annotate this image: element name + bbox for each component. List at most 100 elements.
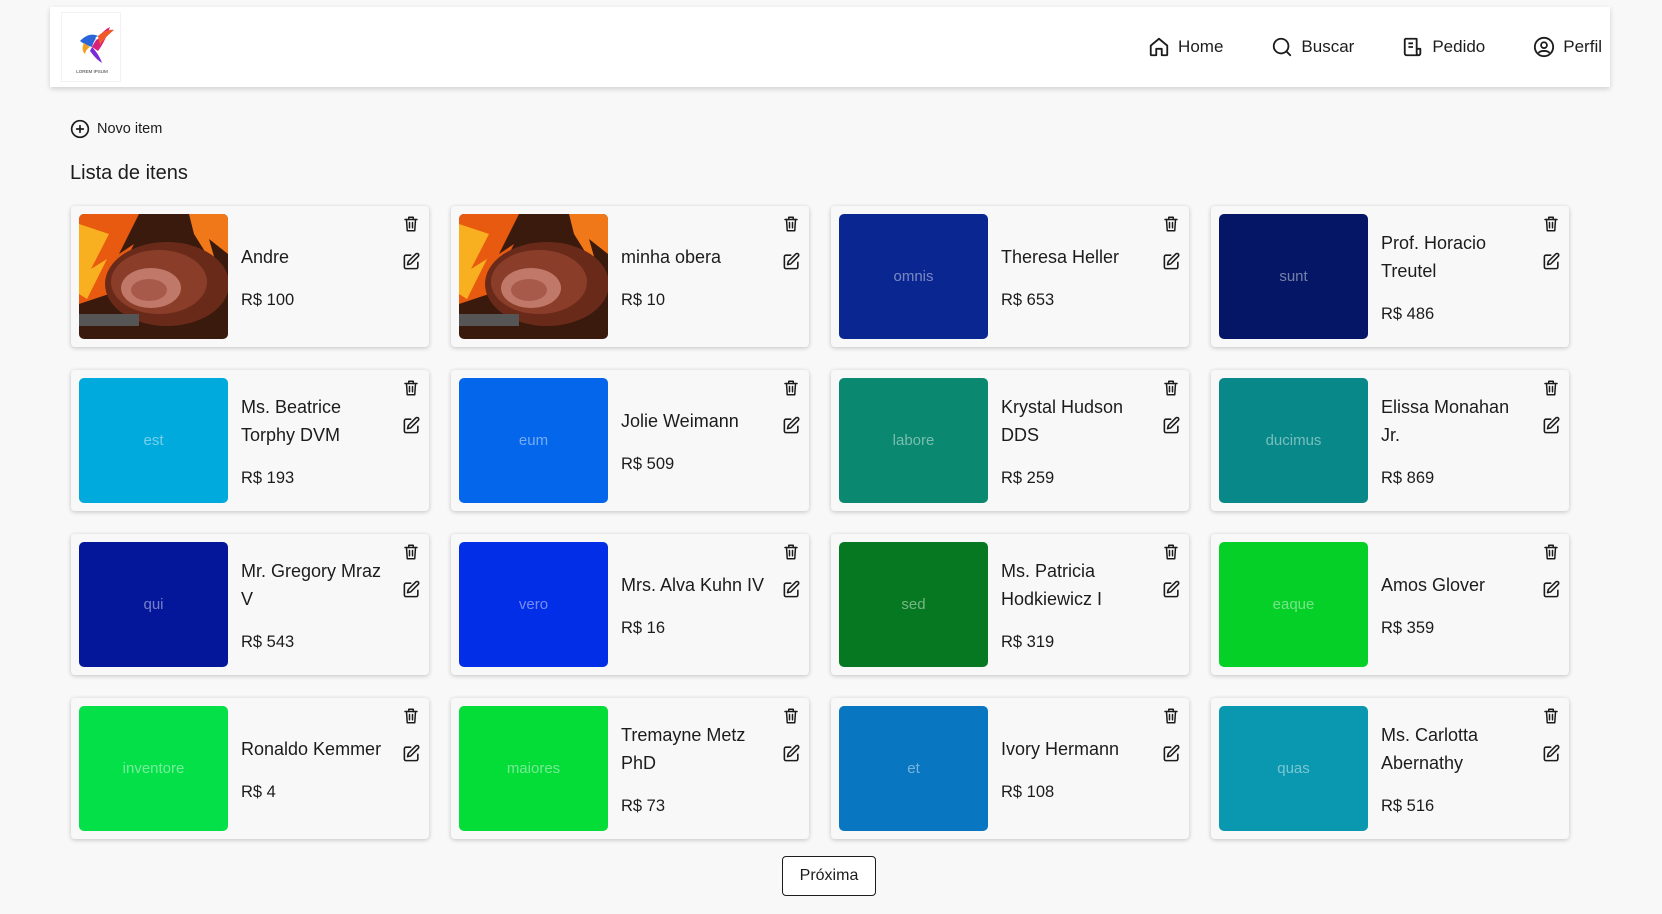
edit-button[interactable]: [1160, 578, 1182, 600]
edit-button[interactable]: [1160, 742, 1182, 764]
item-thumbnail: inventore: [79, 706, 228, 831]
delete-button[interactable]: [780, 541, 802, 563]
item-thumbnail: sunt: [1219, 214, 1368, 339]
bird-logo-icon: LOREM IPSUM: [76, 27, 114, 74]
delete-button[interactable]: [780, 377, 802, 399]
item-card[interactable]: labore Krystal Hudson DDS R$ 259: [831, 370, 1189, 511]
edit-icon: [1543, 744, 1559, 761]
trash-icon: [1544, 544, 1558, 560]
item-card[interactable]: vero Mrs. Alva Kuhn IV R$ 16: [451, 534, 809, 675]
edit-button[interactable]: [400, 250, 422, 272]
item-card[interactable]: et Ivory Hermann R$ 108: [831, 698, 1189, 839]
edit-button[interactable]: [780, 414, 802, 436]
edit-button[interactable]: [1540, 578, 1562, 600]
item-price: R$ 869: [1381, 469, 1435, 487]
delete-button[interactable]: [1160, 541, 1182, 563]
item-thumbnail: quas: [1219, 706, 1368, 831]
nav-home[interactable]: Home: [1148, 36, 1223, 58]
delete-button[interactable]: [1540, 705, 1562, 727]
edit-button[interactable]: [400, 742, 422, 764]
trash-icon: [784, 708, 798, 724]
item-info: Ivory Hermann R$ 108: [1001, 706, 1151, 831]
item-card[interactable]: quas Ms. Carlotta Abernathy R$ 516: [1211, 698, 1569, 839]
item-price: R$ 10: [621, 291, 666, 309]
trash-icon: [1164, 544, 1178, 560]
trash-icon: [1544, 708, 1558, 724]
delete-button[interactable]: [1540, 213, 1562, 235]
item-name: Tremayne Metz PhD: [621, 725, 746, 773]
item-card[interactable]: inventore Ronaldo Kemmer R$ 4: [71, 698, 429, 839]
edit-button[interactable]: [1540, 250, 1562, 272]
item-thumbnail: [79, 214, 228, 339]
edit-icon: [1543, 580, 1559, 597]
item-info: Ms. Carlotta Abernathy R$ 516: [1381, 706, 1531, 831]
item-card[interactable]: est Ms. Beatrice Torphy DVM R$ 193: [71, 370, 429, 511]
edit-button[interactable]: [400, 414, 422, 436]
edit-button[interactable]: [780, 742, 802, 764]
edit-button[interactable]: [1540, 414, 1562, 436]
delete-button[interactable]: [780, 213, 802, 235]
item-info: Elissa Monahan Jr. R$ 869: [1381, 378, 1531, 503]
search-icon: [1273, 37, 1292, 57]
new-item-button[interactable]: Novo item: [70, 119, 162, 139]
item-price: R$ 193: [241, 469, 295, 487]
delete-button[interactable]: [400, 705, 422, 727]
item-price: R$ 100: [241, 291, 295, 309]
delete-button[interactable]: [780, 705, 802, 727]
item-card[interactable]: ducimus Elissa Monahan Jr. R$ 869: [1211, 370, 1569, 511]
item-card[interactable]: qui Mr. Gregory Mraz V R$ 543: [71, 534, 429, 675]
delete-button[interactable]: [1160, 213, 1182, 235]
delete-button[interactable]: [1160, 377, 1182, 399]
item-info: Ms. Beatrice Torphy DVM R$ 193: [241, 378, 391, 503]
item-card[interactable]: omnis Theresa Heller R$ 653: [831, 206, 1189, 347]
item-thumbnail-text: et: [907, 760, 920, 777]
edit-button[interactable]: [1540, 742, 1562, 764]
item-card[interactable]: eaque Amos Glover R$ 359: [1211, 534, 1569, 675]
trash-icon: [404, 380, 418, 396]
edit-button[interactable]: [1160, 250, 1182, 272]
main-nav: Home Buscar Pedido Perfil: [1100, 7, 1602, 87]
item-thumbnail: sed: [839, 542, 988, 667]
item-price: R$ 509: [621, 455, 675, 473]
item-card[interactable]: maiores Tremayne Metz PhD R$ 73: [451, 698, 809, 839]
item-price: R$ 516: [1381, 797, 1435, 815]
edit-icon: [1163, 580, 1179, 597]
item-thumbnail-text: eaque: [1272, 596, 1315, 613]
list-title: Lista de itens: [70, 162, 188, 184]
item-thumbnail-text: sunt: [1279, 268, 1308, 285]
delete-button[interactable]: [400, 541, 422, 563]
item-card[interactable]: eum Jolie Weimann R$ 509: [451, 370, 809, 511]
nav-search[interactable]: Buscar: [1271, 36, 1354, 58]
item-thumbnail-text: sed: [901, 596, 926, 613]
edit-button[interactable]: [780, 578, 802, 600]
delete-button[interactable]: [400, 213, 422, 235]
nav-profile[interactable]: Perfil: [1533, 36, 1602, 58]
brand-logo[interactable]: LOREM IPSUM: [61, 12, 121, 82]
edit-button[interactable]: [400, 578, 422, 600]
trash-icon: [784, 216, 798, 232]
item-info: Mr. Gregory Mraz V R$ 543: [241, 542, 391, 667]
delete-button[interactable]: [1160, 705, 1182, 727]
item-card[interactable]: Andre R$ 100: [71, 206, 429, 347]
delete-button[interactable]: [1540, 541, 1562, 563]
item-card[interactable]: sunt Prof. Horacio Treutel R$ 486: [1211, 206, 1569, 347]
item-name: Ivory Hermann: [1001, 739, 1120, 759]
item-price: R$ 543: [241, 633, 295, 651]
item-name: Ms. Patricia Hodkiewicz I: [1001, 561, 1103, 609]
nav-orders[interactable]: Pedido: [1402, 36, 1485, 58]
edit-icon: [1163, 744, 1179, 761]
item-card[interactable]: minha obera R$ 10: [451, 206, 809, 347]
item-price: R$ 319: [1001, 633, 1055, 651]
item-card[interactable]: sed Ms. Patricia Hodkiewicz I R$ 319: [831, 534, 1189, 675]
next-page-button[interactable]: Próxima: [782, 856, 876, 896]
item-info: Prof. Horacio Treutel R$ 486: [1381, 214, 1531, 339]
roast-photo-icon: [459, 214, 608, 339]
item-info: minha obera R$ 10: [621, 214, 771, 339]
delete-button[interactable]: [1540, 377, 1562, 399]
edit-button[interactable]: [780, 250, 802, 272]
top-navbar: LOREM IPSUM Home Buscar Pedido Perfil: [50, 7, 1610, 87]
edit-button[interactable]: [1160, 414, 1182, 436]
delete-button[interactable]: [400, 377, 422, 399]
item-price: R$ 16: [621, 619, 666, 637]
item-thumbnail: ducimus: [1219, 378, 1368, 503]
